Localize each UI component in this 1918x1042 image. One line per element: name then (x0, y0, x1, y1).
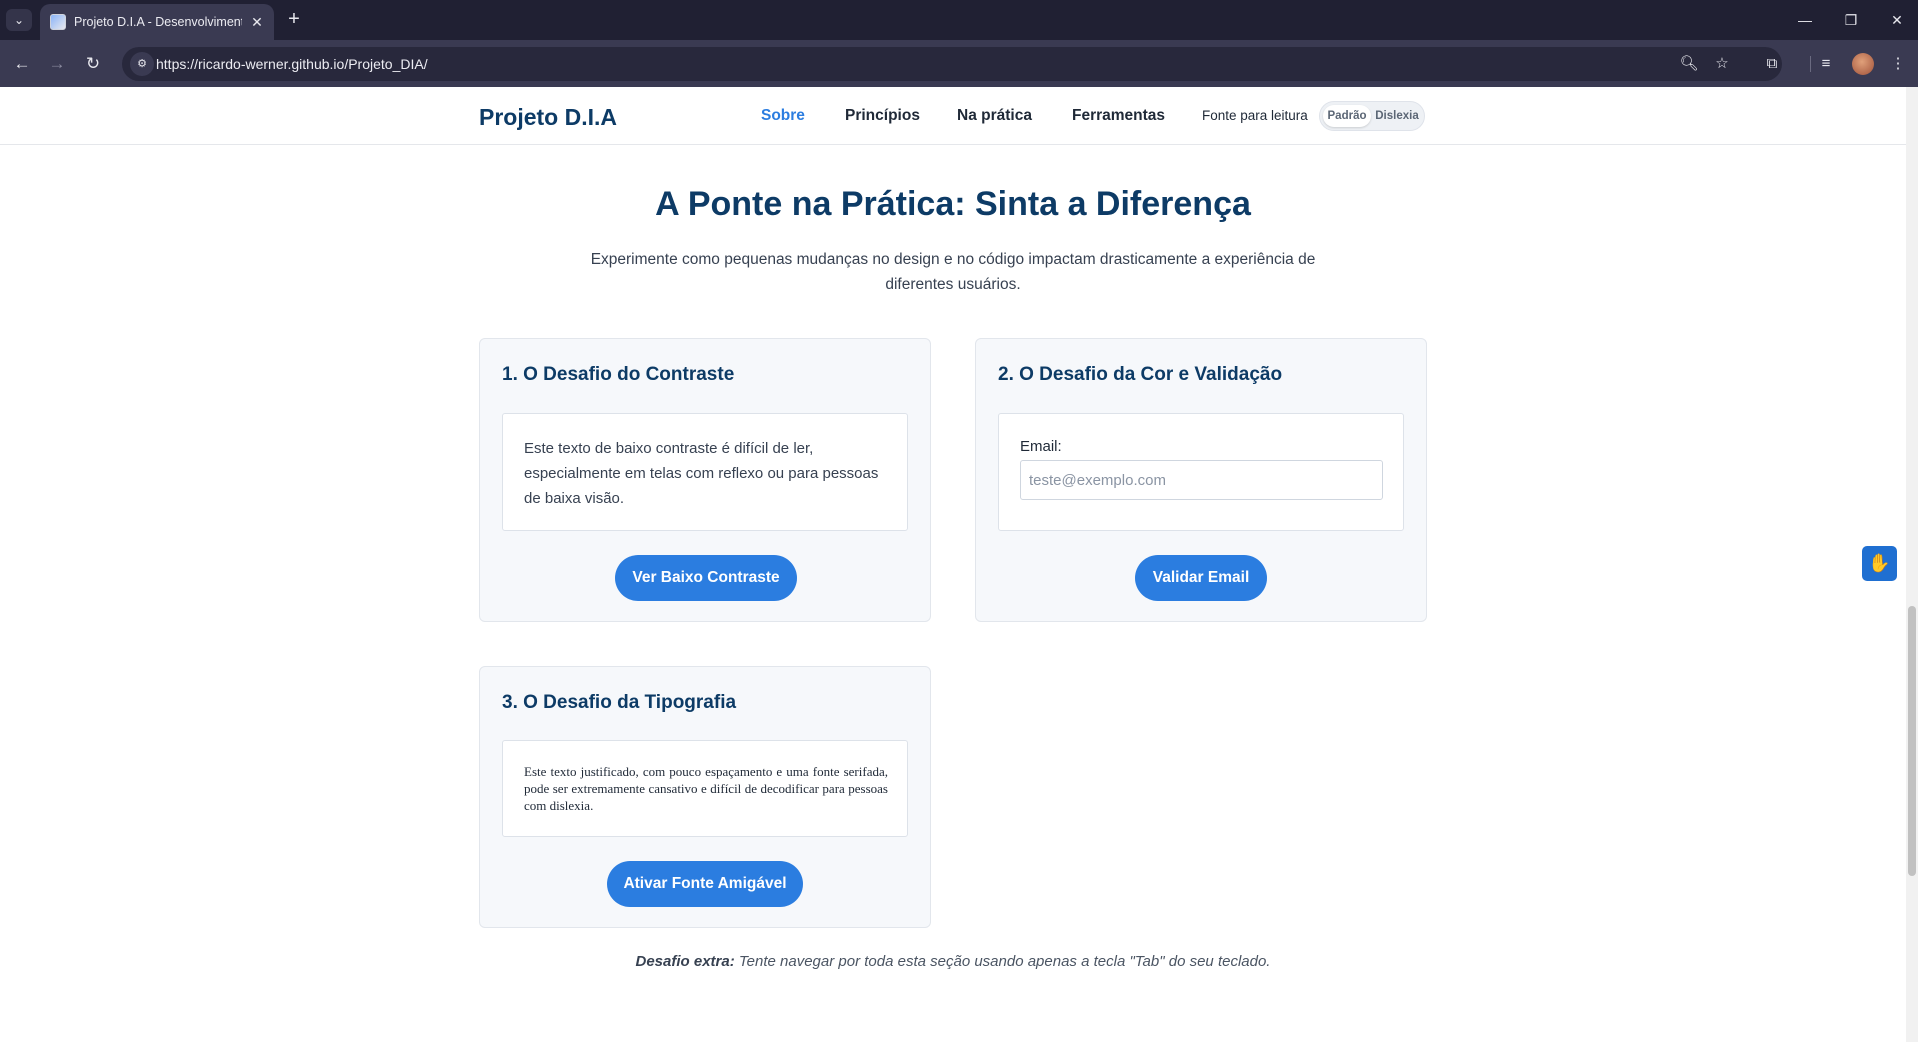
font-option-dislexia[interactable]: Dislexia (1373, 105, 1421, 127)
favicon-icon (50, 14, 66, 30)
extensions-icon[interactable]: ⧉ (1759, 51, 1785, 77)
url-text[interactable]: https://ricardo-werner.github.io/Projeto… (156, 56, 428, 72)
tab-list-icon[interactable]: ⌄ (6, 9, 32, 31)
site-info-icon[interactable]: ⚙ (130, 52, 154, 76)
toolbar-divider (1810, 56, 1811, 72)
card-title: 2. O Desafio da Cor e Validação (998, 364, 1283, 385)
email-field[interactable] (1020, 460, 1383, 500)
browser-toolbar: ← → ↻ ⚙ https://ricardo-werner.github.io… (0, 40, 1918, 87)
brand-logo[interactable]: Projeto D.I.A (479, 104, 617, 131)
section-subtitle: Experimente como pequenas mudanças no de… (590, 251, 1316, 293)
section-title: A Ponte na Prática: Sinta a Diferença (655, 185, 1251, 223)
contrast-sample-text: Este texto de baixo contraste é difícil … (524, 440, 879, 507)
card-title: 3. O Desafio da Tipografia (502, 692, 737, 713)
back-icon[interactable]: ← (9, 51, 35, 77)
font-toggle: Padrão Dislexia (1319, 101, 1425, 131)
scrollbar-thumb[interactable] (1908, 606, 1916, 876)
nav-link-na-pratica[interactable]: Na prática (957, 107, 1032, 125)
sign-language-widget-icon[interactable]: ✋ (1862, 546, 1897, 581)
profile-avatar[interactable] (1852, 53, 1874, 75)
email-form-box: Email: (998, 413, 1404, 531)
typography-challenge-card: 3. O Desafio da Tipografia Este texto ju… (479, 666, 931, 928)
email-label: Email: (1020, 438, 1062, 455)
reload-icon[interactable]: ↻ (80, 51, 106, 77)
color-validation-card: 2. O Desafio da Cor e Validação Email: V… (975, 338, 1427, 622)
browser-tab[interactable]: Projeto D.I.A - Desenvolvimento ✕ (40, 4, 274, 40)
forward-icon[interactable]: → (44, 51, 70, 77)
card-title: 1. O Desafio do Contraste (502, 364, 735, 385)
nav-link-sobre[interactable]: Sobre (761, 107, 805, 125)
close-icon[interactable]: ✕ (1882, 8, 1912, 32)
nav-link-ferramentas[interactable]: Ferramentas (1072, 107, 1165, 125)
media-controls-icon[interactable]: ≡ (1813, 51, 1839, 77)
typography-sample-box: Este texto justificado, com pouco espaça… (502, 740, 908, 837)
font-toggle-label: Fonte para leitura (1202, 108, 1308, 123)
validate-email-button[interactable]: Validar Email (1135, 555, 1267, 601)
extra-challenge-label: Desafio extra: (635, 953, 735, 970)
address-bar[interactable]: ⚙ https://ricardo-werner.github.io/Proje… (122, 47, 1782, 81)
page-scrollbar[interactable] (1906, 87, 1918, 1042)
page-viewport: Projeto D.I.A Sobre Princípios Na prátic… (0, 87, 1906, 1042)
nav-link-principios[interactable]: Princípios (845, 107, 920, 125)
tab-title: Projeto D.I.A - Desenvolvimento (74, 15, 242, 29)
low-contrast-button[interactable]: Ver Baixo Contraste (615, 555, 797, 601)
extra-challenge-text: Tente navegar por toda esta seção usando… (734, 953, 1271, 970)
zoom-icon[interactable]: 🔍︎ (1678, 53, 1700, 75)
typography-sample-text: Este texto justificado, com pouco espaça… (524, 764, 888, 813)
browser-tab-bar: ⌄ Projeto D.I.A - Desenvolvimento ✕ + — … (0, 0, 1918, 40)
site-header: Projeto D.I.A Sobre Princípios Na prátic… (0, 87, 1906, 145)
friendly-font-button[interactable]: Ativar Fonte Amigável (607, 861, 803, 907)
minimize-icon[interactable]: — (1790, 8, 1820, 32)
contrast-challenge-card: 1. O Desafio do Contraste Este texto de … (479, 338, 931, 622)
font-option-padrao[interactable]: Padrão (1323, 105, 1371, 127)
restore-icon[interactable]: ❐ (1836, 8, 1866, 32)
menu-icon[interactable]: ⋮ (1885, 51, 1911, 77)
contrast-sample-box: Este texto de baixo contraste é difícil … (502, 413, 908, 531)
new-tab-icon[interactable]: + (282, 8, 306, 32)
star-icon[interactable]: ☆ (1711, 53, 1733, 75)
extra-challenge-note: Desafio extra: Tente navegar por toda es… (0, 953, 1906, 970)
tab-close-icon[interactable]: ✕ (248, 13, 266, 31)
